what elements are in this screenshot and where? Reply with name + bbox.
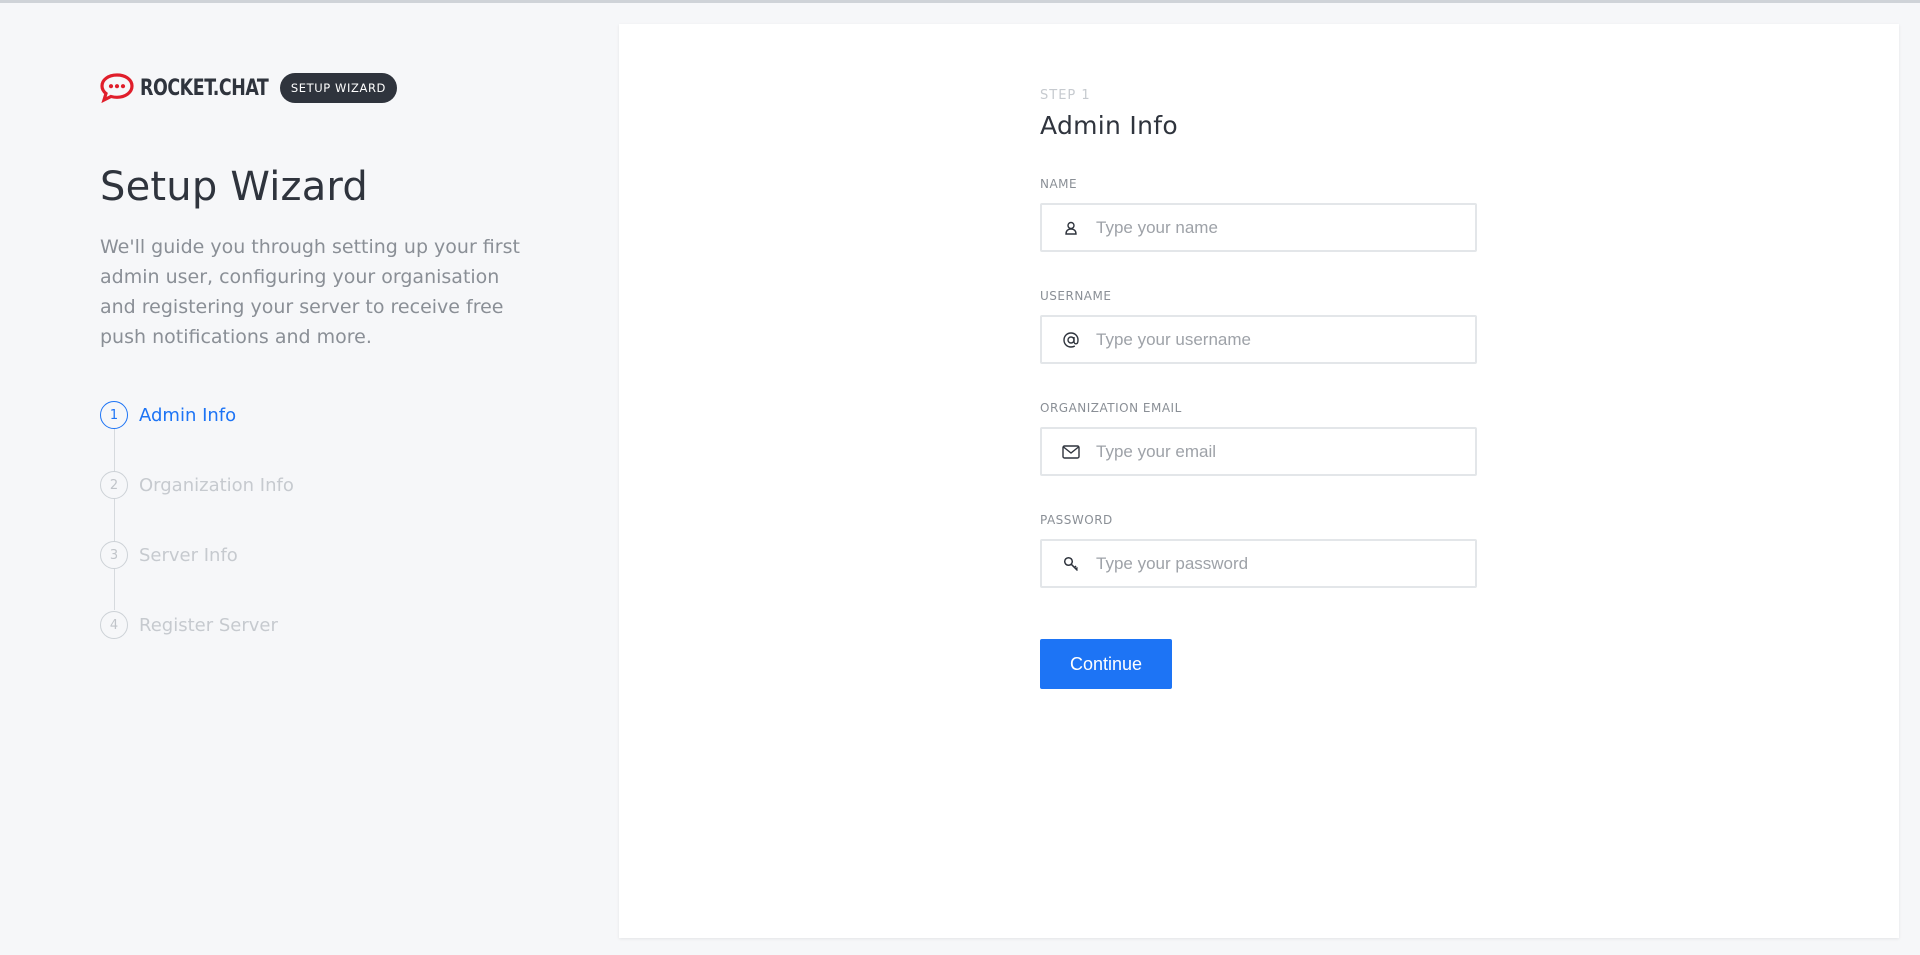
wizard-steps: 1 Admin Info 2 Organization Info 3 Serve…: [100, 400, 540, 640]
name-input[interactable]: [1096, 207, 1456, 248]
name-label: NAME: [1040, 177, 1078, 191]
email-input[interactable]: [1096, 431, 1456, 472]
step-number-circle: 3: [100, 541, 128, 569]
steps-connector-line: [114, 428, 115, 610]
sidebar-description: We'll guide you through setting up your …: [100, 236, 520, 348]
step-kicker: STEP 1: [1040, 88, 1091, 103]
step-label: Admin Info: [139, 404, 237, 426]
step-number-circle: 1: [100, 401, 128, 429]
setup-card: STEP 1 Admin Info NAME USERNAME: [619, 24, 1899, 938]
at-icon: [1062, 331, 1080, 349]
admin-info-form: STEP 1 Admin Info NAME USERNAME: [1040, 88, 1480, 689]
rocket-chat-logo-icon: [100, 73, 134, 104]
password-label: PASSWORD: [1040, 513, 1113, 527]
mail-icon: [1062, 443, 1080, 461]
email-label: ORGANIZATION EMAIL: [1040, 401, 1182, 415]
step-admin-info: 1 Admin Info: [100, 400, 540, 430]
setup-wizard-badge: SETUP WIZARD: [279, 73, 397, 103]
step-register-server: 4 Register Server: [100, 610, 540, 640]
name-field-group: NAME: [1040, 177, 1480, 252]
brand-wordmark: ROCKET.CHAT: [140, 75, 269, 101]
step-number-circle: 2: [100, 471, 128, 499]
email-input-wrapper: [1040, 427, 1477, 476]
sidebar: ROCKET.CHAT SETUP WIZARD Setup Wizard We…: [100, 72, 540, 680]
form-title: Admin Info: [1040, 111, 1178, 140]
email-field-group: ORGANIZATION EMAIL: [1040, 401, 1480, 476]
step-label: Register Server: [139, 614, 278, 636]
continue-button[interactable]: Continue: [1040, 639, 1172, 689]
password-input[interactable]: [1096, 543, 1456, 584]
sidebar-title: Setup Wizard: [100, 164, 368, 210]
step-label: Server Info: [139, 544, 238, 566]
user-icon: [1062, 219, 1080, 237]
password-input-wrapper: [1040, 539, 1477, 588]
brand: ROCKET.CHAT SETUP WIZARD: [100, 72, 540, 104]
step-organization-info: 2 Organization Info: [100, 470, 540, 500]
username-label: USERNAME: [1040, 289, 1112, 303]
step-number-circle: 4: [100, 611, 128, 639]
step-label: Organization Info: [139, 474, 294, 496]
username-input[interactable]: [1096, 319, 1456, 360]
key-icon: [1062, 555, 1080, 573]
window-top-border: [0, 0, 1920, 3]
step-server-info: 3 Server Info: [100, 540, 540, 570]
username-input-wrapper: [1040, 315, 1477, 364]
password-field-group: PASSWORD: [1040, 513, 1480, 588]
name-input-wrapper: [1040, 203, 1477, 252]
username-field-group: USERNAME: [1040, 289, 1480, 364]
